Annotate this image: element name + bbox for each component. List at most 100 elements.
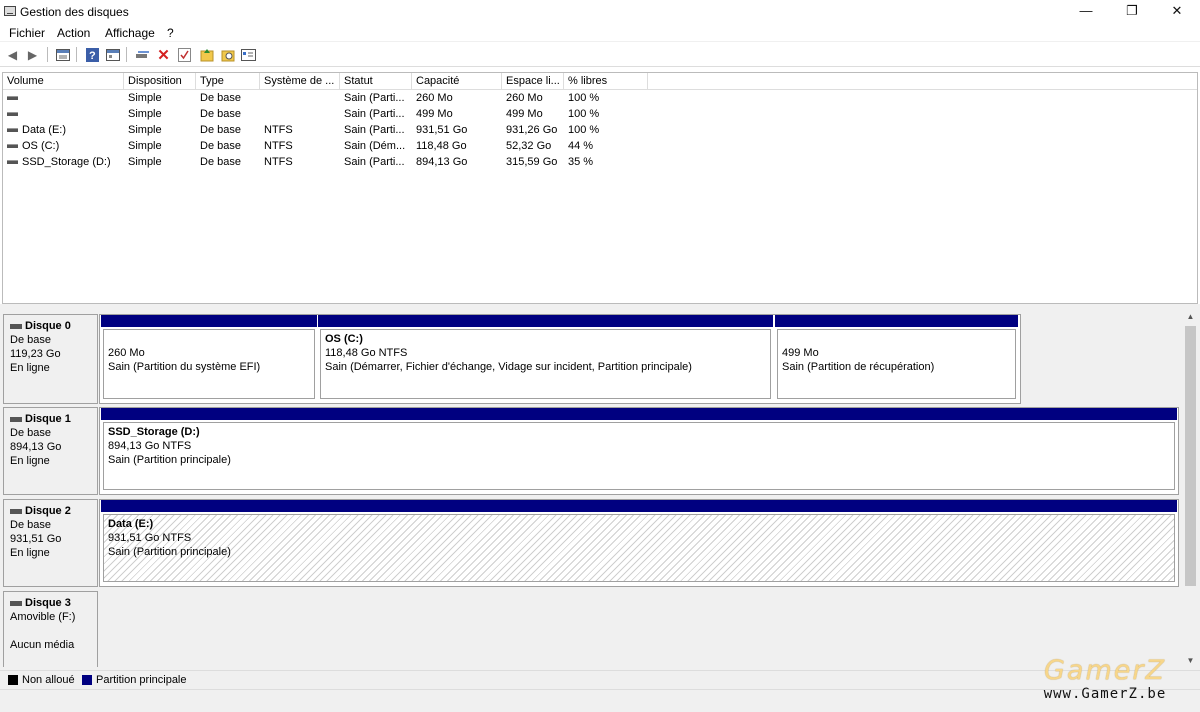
properties-view-icon[interactable] (104, 46, 121, 63)
volume-icon (7, 144, 18, 149)
disk-status: Aucun média (10, 639, 75, 651)
legend-unallocated: Non alloué (22, 674, 75, 686)
disk-type: De base (10, 427, 51, 439)
disk-0-partitions: 260 Mo Sain (Partition du système EFI) O… (99, 314, 1021, 404)
forward-icon[interactable]: ▶ (24, 46, 41, 63)
cell-capacity: 118,48 Go (416, 140, 467, 152)
back-icon[interactable]: ◀ (4, 46, 21, 63)
cell-volume (7, 108, 122, 120)
cell-percent-free: 100 % (568, 124, 600, 136)
disk-size: 894,13 Go (10, 441, 62, 453)
disk-type: De base (10, 334, 51, 346)
disk-graphical-view: Disque 0 De base 119,23 Go En ligne 260 … (0, 310, 1200, 670)
column-header-capacity[interactable]: Capacité (412, 73, 502, 90)
cell-disposition: Simple (128, 108, 162, 120)
partition-recovery[interactable]: 499 Mo Sain (Partition de récupération) (775, 315, 1018, 401)
minimize-button[interactable]: — (1063, 0, 1109, 23)
partition-name: Data (E:) (108, 518, 154, 530)
column-header-volume[interactable]: Volume (3, 73, 124, 90)
partition-size: 931,51 Go NTFS (108, 532, 192, 544)
disk-name: Disque 3 (25, 597, 71, 609)
partition-size: 499 Mo (782, 347, 819, 359)
toolbar-separator (126, 47, 127, 62)
column-header-type[interactable]: Type (196, 73, 260, 90)
disk-1-label[interactable]: Disque 1 De base 894,13 Go En ligne (3, 407, 98, 495)
partition-size: 894,13 Go NTFS (108, 440, 192, 452)
menu-action[interactable]: Action (57, 26, 90, 40)
checkmark-icon[interactable] (176, 46, 193, 63)
partition-status: Sain (Partition du système EFI) (108, 361, 261, 373)
title-bar: Gestion des disques — ❐ ✕ (0, 0, 1200, 23)
cell-volume: SSD_Storage (D:) (7, 156, 122, 168)
volume-row[interactable]: SSD_Storage (D:) Simple De base NTFS Sain (P… (3, 155, 1197, 171)
partition-data-e[interactable]: Data (E:) 931,51 Go NTFS Sain (Partition… (101, 500, 1177, 584)
disk-2-label[interactable]: Disque 2 De base 931,51 Go En ligne (3, 499, 98, 587)
volume-row[interactable]: OS (C:) Simple De base NTFS Sain (Dém... 118,… (3, 139, 1197, 155)
column-header-percent-free[interactable]: % libres (564, 73, 648, 90)
disk-name: Disque 0 (25, 320, 71, 332)
column-header-free-space[interactable]: Espace li... (502, 73, 564, 90)
folder-search-icon[interactable] (219, 46, 236, 63)
menu-help[interactable]: ? (167, 26, 174, 40)
volume-row[interactable]: Simple De base Sain (Parti... 260 Mo 260 Mo 1… (3, 91, 1197, 107)
cell-disposition: Simple (128, 140, 162, 152)
cell-percent-free: 100 % (568, 92, 600, 104)
volume-row[interactable]: Data (E:) Simple De base NTFS Sain (Parti...… (3, 123, 1197, 139)
cell-disposition: Simple (128, 124, 162, 136)
delete-icon[interactable]: ✕ (155, 46, 172, 64)
close-button[interactable]: ✕ (1154, 0, 1200, 23)
volume-name: Data (E:) (22, 124, 67, 136)
cell-volume (7, 92, 122, 104)
partition-status: Sain (Partition de récupération) (782, 361, 935, 373)
cell-type: De base (200, 124, 241, 136)
toolbar: ◀ ▶ ? ✕ (0, 42, 1200, 67)
menu-affichage[interactable]: Affichage (105, 26, 155, 40)
cell-status: Sain (Dém... (344, 140, 406, 152)
help-icon[interactable]: ? (84, 46, 101, 63)
watermark-url: www.GamerZ.be (1043, 686, 1167, 702)
cell-capacity: 260 Mo (416, 92, 453, 104)
cell-type: De base (200, 140, 241, 152)
disk-status: En ligne (10, 362, 50, 374)
disk-0-label[interactable]: Disque 0 De base 119,23 Go En ligne (3, 314, 98, 404)
cell-free-space: 52,32 Go (506, 140, 552, 152)
maximize-button[interactable]: ❐ (1109, 0, 1155, 23)
partition-efi[interactable]: 260 Mo Sain (Partition du système EFI) (101, 315, 317, 401)
volume-row[interactable]: Simple De base Sain (Parti... 499 Mo 499 Mo 1… (3, 107, 1197, 123)
list-view-icon[interactable] (54, 46, 71, 63)
disk-3-label[interactable]: Disque 3 Amovible (F:) Aucun média (3, 591, 98, 667)
cell-type: De base (200, 156, 241, 168)
folder-up-icon[interactable] (198, 46, 215, 63)
cell-capacity: 931,51 Go (416, 124, 468, 136)
partition-ssd-storage-d[interactable]: SSD_Storage (D:) 894,13 Go NTFS Sain (Pa… (101, 408, 1177, 492)
column-header-disposition[interactable]: Disposition (124, 73, 196, 90)
scroll-up-icon[interactable]: ▲ (1184, 312, 1197, 324)
partition-size: 118,48 Go NTFS (325, 347, 408, 359)
cell-volume: Data (E:) (7, 124, 122, 136)
partition-os-c[interactable]: OS (C:) 118,48 Go NTFS Sain (Démarrer, F… (318, 315, 773, 401)
volume-list-header: Volume Disposition Type Système de ... S… (3, 73, 1197, 90)
column-header-filesystem[interactable]: Système de ... (260, 73, 340, 90)
disk-name: Disque 1 (25, 413, 71, 425)
properties-icon[interactable] (240, 46, 257, 63)
column-header-status[interactable]: Statut (340, 73, 412, 90)
partition-body: OS (C:) 118,48 Go NTFS Sain (Démarrer, F… (320, 329, 771, 399)
disk-status: En ligne (10, 455, 50, 467)
cell-free-space: 931,26 Go (506, 124, 558, 136)
connect-disk-icon[interactable] (134, 46, 151, 63)
menu-fichier[interactable]: Fichier (9, 26, 45, 40)
cell-status: Sain (Parti... (344, 92, 405, 104)
cell-status: Sain (Parti... (344, 124, 405, 136)
scrollbar-thumb[interactable] (1185, 326, 1196, 586)
disk-type: Amovible (F:) (10, 611, 76, 623)
partition-bar (775, 315, 1018, 327)
volume-icon (7, 128, 18, 133)
disk-type: De base (10, 519, 51, 531)
volume-icon (7, 112, 18, 117)
cell-type: De base (200, 92, 241, 104)
disk-name: Disque 2 (25, 505, 71, 517)
cell-status: Sain (Parti... (344, 108, 405, 120)
toolbar-separator (47, 47, 48, 62)
disk-1-partitions: SSD_Storage (D:) 894,13 Go NTFS Sain (Pa… (99, 407, 1179, 495)
legend-primary: Partition principale (96, 674, 187, 686)
